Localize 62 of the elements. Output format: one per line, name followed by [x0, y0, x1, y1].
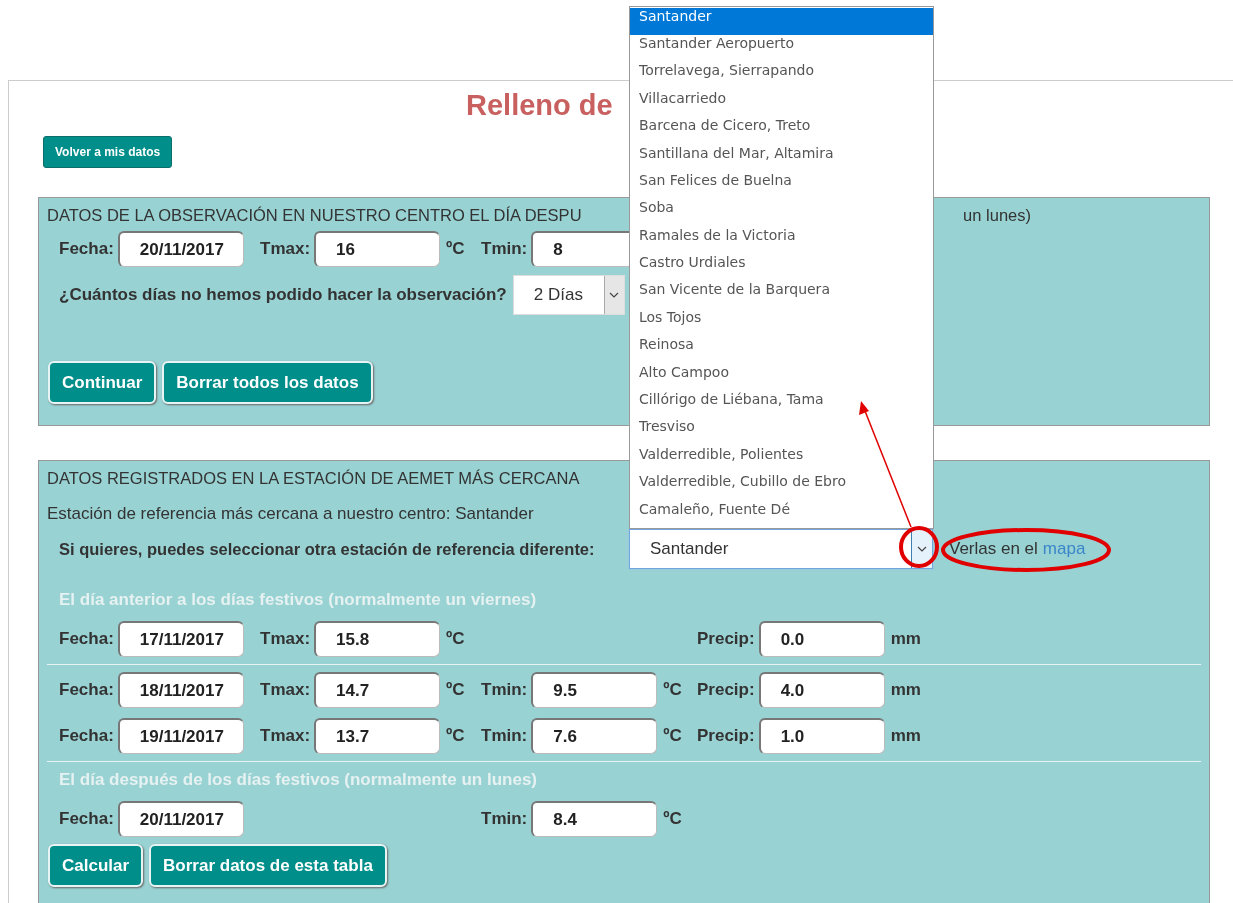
input-field[interactable]: 20/11/2017	[117, 231, 244, 267]
question-label: ¿Cuántos días no hemos podido hacer la observación?	[59, 285, 507, 305]
unit-label: mm	[890, 680, 921, 700]
panel-heading: DATOS DE LA OBSERVACIÓN EN NUESTRO CENTRO EL DÍA DESPU	[47, 206, 582, 225]
input-field[interactable]: 0.0	[758, 621, 885, 657]
input-field[interactable]: 18/11/2017	[117, 672, 244, 708]
unit-label: ºC	[446, 239, 465, 259]
field-label: Tmax:	[260, 239, 311, 259]
select-label: Si quieres, puedes seleccionar otra estación de referencia diferente:	[59, 539, 596, 559]
input-field[interactable]: 13.7	[314, 718, 441, 754]
unit-label: ºC	[446, 680, 465, 700]
panel-heading: un lunes)	[963, 206, 1031, 225]
field-label: Tmax:	[260, 629, 311, 649]
nearest-station-text: Estación de referencia más cercana a nuestro centro: Santander	[47, 504, 534, 524]
field-label: Precip:	[697, 726, 755, 746]
input-field[interactable]: 15.8	[314, 621, 441, 657]
section-subheading: El día después de los días festivos (normalmente un lunes)	[58, 769, 538, 791]
field-label: Fecha:	[59, 629, 114, 649]
unit-label: mm	[890, 629, 921, 649]
input-field[interactable]: 8.4	[531, 801, 658, 837]
unit-label: ºC	[663, 726, 682, 746]
field-label: Precip:	[697, 680, 755, 700]
unit-label: ºC	[663, 809, 682, 829]
field-label: Tmin:	[481, 239, 528, 259]
input-field[interactable]: 1.0	[758, 718, 885, 754]
input-field[interactable]: 17/11/2017	[117, 621, 244, 657]
chevron-icon	[917, 546, 927, 552]
action-button[interactable]: Continuar	[48, 361, 157, 404]
days-select[interactable]: 2 Días	[512, 275, 625, 315]
page-title: Relleno de	[466, 88, 613, 123]
station-select[interactable]: Santander	[629, 529, 933, 569]
field-label: Fecha:	[59, 809, 114, 829]
unit-label: ºC	[663, 680, 682, 700]
unit-label: ºC	[446, 726, 465, 746]
field-label: Precip:	[697, 629, 755, 649]
input-field[interactable]: 20/11/2017	[117, 801, 244, 837]
input-field[interactable]: 16	[314, 231, 441, 267]
chevron-icon	[609, 292, 620, 298]
dropdown-option[interactable]: Santander	[630, 7, 933, 35]
unit-label: mm	[890, 726, 921, 746]
field-label: Tmax:	[260, 680, 311, 700]
unit-label: ºC	[446, 629, 465, 649]
action-button[interactable]: Calcular	[48, 844, 144, 887]
map-link-text: Verlas en el	[949, 539, 1038, 559]
field-label: Fecha:	[59, 680, 114, 700]
input-field[interactable]: 9.5	[531, 672, 658, 708]
annotation-ellipse	[899, 526, 939, 568]
input-field[interactable]: 14.7	[314, 672, 441, 708]
field-label: Tmax:	[260, 726, 311, 746]
field-label: Tmin:	[481, 680, 528, 700]
action-button[interactable]: Borrar datos de esta tabla	[149, 844, 387, 887]
panel-heading: DATOS REGISTRADOS EN LA ESTACIÓN DE AEMET MÁS CERCANA	[47, 469, 580, 487]
field-label: Fecha:	[59, 726, 114, 746]
input-field[interactable]: 4.0	[758, 672, 885, 708]
section-subheading: El día anterior a los días festivos (normalmente un viernes)	[58, 589, 538, 611]
field-label: Tmin:	[481, 726, 528, 746]
input-field[interactable]: 7.6	[531, 718, 658, 754]
input-field[interactable]: 19/11/2017	[117, 718, 244, 754]
back-button[interactable]: Volver a mis datos	[43, 136, 173, 168]
field-label: Tmin:	[481, 809, 528, 829]
action-button[interactable]: Borrar todos los datos	[162, 361, 373, 404]
field-label: Fecha:	[59, 239, 114, 259]
